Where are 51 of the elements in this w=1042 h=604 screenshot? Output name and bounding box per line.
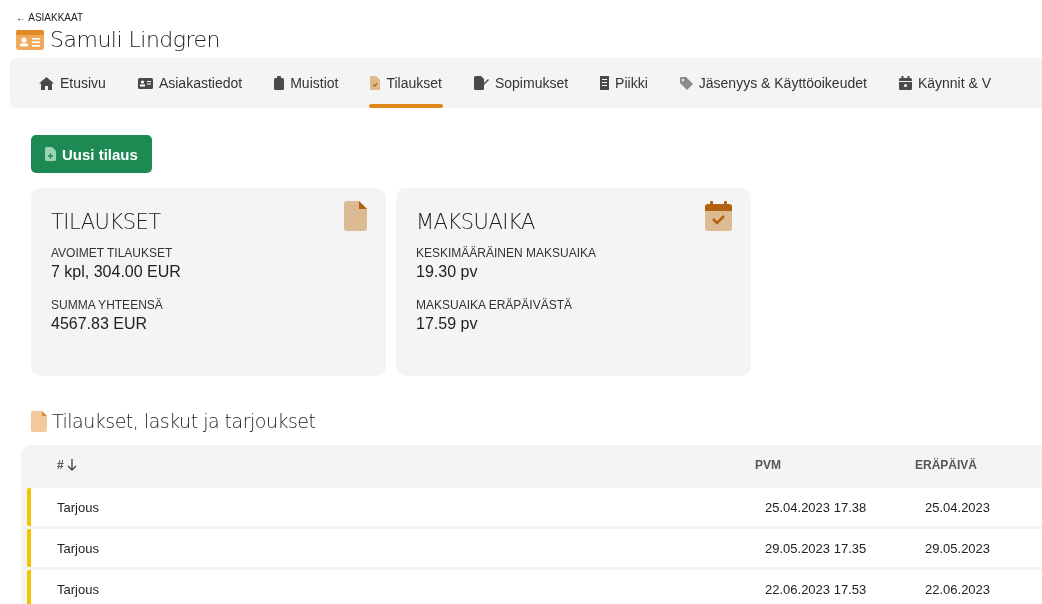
- document-icon: [31, 410, 47, 432]
- column-header[interactable]: ERÄPÄIVÄ: [915, 458, 1042, 472]
- signature-icon: [473, 76, 489, 90]
- table-cell-text: 22.06.2023 17.53: [765, 581, 868, 597]
- stat-value: 17.59 pv: [416, 315, 479, 333]
- table-row[interactable]: Tarjous 25.04.2023 17.38 25.04.2023: [27, 488, 1042, 526]
- calendar-check-icon: [705, 201, 732, 231]
- tag-icon: [679, 76, 693, 90]
- customer-name-title: Samuli Lindgren: [50, 27, 221, 52]
- home-icon: [39, 76, 54, 90]
- nav-tab[interactable]: Etusivu: [26, 58, 119, 108]
- nav-tab[interactable]: Muistiot: [261, 58, 352, 108]
- table-row[interactable]: Tarjous 29.05.2023 17.35 29.05.2023: [27, 529, 1042, 567]
- calendar-icon: [898, 76, 912, 90]
- nav-tab[interactable]: Jäsenyys & Käyttöoikeudet: [666, 58, 880, 108]
- document-check-icon: [370, 76, 381, 90]
- table-row[interactable]: Tarjous 22.06.2023 17.53 22.06.2023: [27, 570, 1042, 604]
- nav-tab[interactable]: Piikki: [587, 58, 661, 108]
- stat-label: MAKSUAIKA ERÄPÄIVÄSTÄ: [416, 298, 574, 312]
- table-cell-text: Tarjous: [56, 540, 100, 556]
- stat-label: KESKIMÄÄRÄINEN MAKSUAIKA: [416, 246, 598, 260]
- stat-value: 4567.83 EUR: [51, 315, 149, 333]
- receipt-icon: [600, 76, 610, 90]
- column-header[interactable]: PVM: [755, 458, 915, 472]
- stat-value: 19.30 pv: [416, 263, 479, 281]
- nav-tab[interactable]: Asiakastiedot: [124, 58, 256, 108]
- table-cell-text: 25.04.2023: [925, 499, 992, 515]
- contact-card-icon: [16, 29, 44, 50]
- table-cell-text: 29.05.2023 17.35: [765, 540, 868, 556]
- nav-tab[interactable]: Tilaukset: [357, 58, 455, 108]
- nav-tab[interactable]: Käynnit & V: [885, 58, 1005, 108]
- table-cell-text: Tarjous: [56, 581, 100, 597]
- stat-label: SUMMA YHTEENSÄ: [51, 298, 164, 312]
- card-title: TILAUKSET: [51, 210, 161, 234]
- column-header[interactable]: #: [21, 458, 755, 472]
- file-plus-icon: [45, 147, 56, 161]
- id-card-icon: [137, 77, 153, 89]
- back-link[interactable]: ← ASIAKKAAT: [16, 12, 84, 23]
- table-cell-text: 29.05.2023: [925, 540, 992, 556]
- card-title: MAKSUAIKA: [416, 210, 535, 234]
- document-icon: [344, 201, 367, 231]
- table-cell-text: 22.06.2023: [925, 581, 992, 597]
- sort-arrow-icon: [67, 459, 78, 471]
- nav-tab[interactable]: Sopimukset: [460, 58, 582, 108]
- stat-label: AVOIMET TILAUKSET: [51, 246, 174, 260]
- new-order-button[interactable]: Uusi tilaus: [31, 135, 152, 173]
- stat-value: 7 kpl, 304.00 EUR: [51, 263, 182, 281]
- clipboard-icon: [274, 76, 285, 90]
- section-title: Tilaukset, laskut ja tarjoukset: [52, 410, 316, 432]
- table-cell-text: 25.04.2023 17.38: [765, 499, 868, 515]
- table-cell-text: Tarjous: [56, 499, 100, 515]
